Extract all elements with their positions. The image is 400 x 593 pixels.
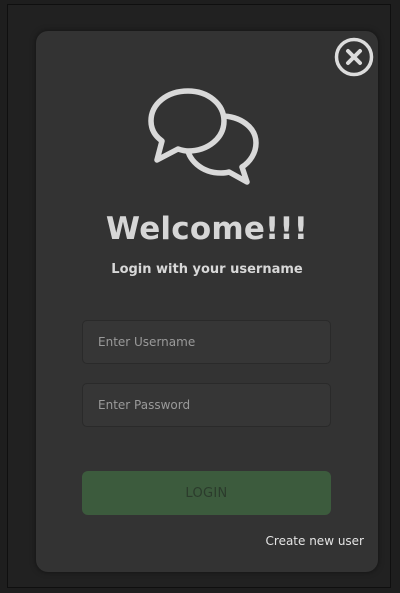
close-circle-icon (334, 37, 374, 77)
login-dialog: Welcome!!! Login with your username LOGI… (36, 31, 378, 572)
login-button[interactable]: LOGIN (82, 471, 331, 515)
chat-bubbles-icon (147, 86, 269, 186)
password-input[interactable] (82, 383, 331, 427)
create-new-user-link[interactable]: Create new user (266, 534, 364, 548)
window-frame: Welcome!!! Login with your username LOGI… (7, 4, 391, 588)
login-subtitle: Login with your username (111, 262, 303, 277)
welcome-title: Welcome!!! (105, 211, 309, 247)
username-input[interactable] (82, 320, 331, 364)
close-button[interactable] (334, 37, 374, 77)
